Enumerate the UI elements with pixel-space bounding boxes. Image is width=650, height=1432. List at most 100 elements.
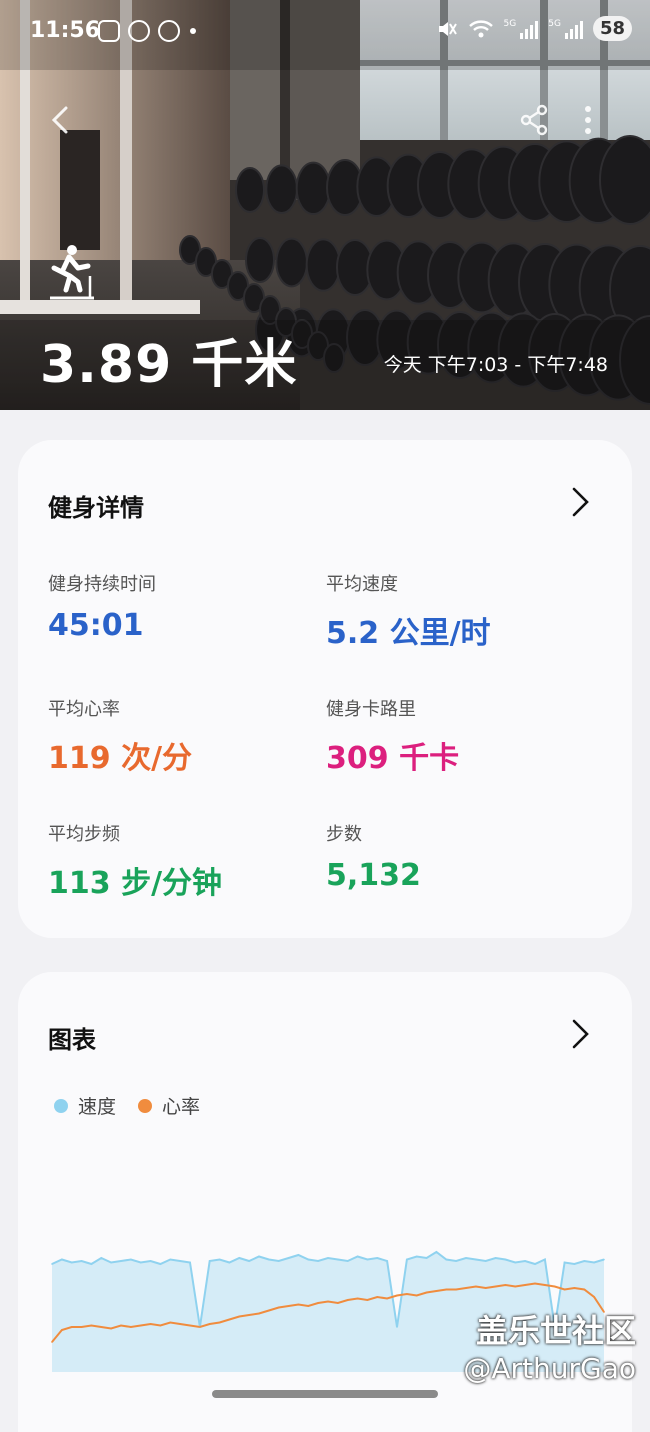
speed-point (159, 1263, 162, 1265)
heart-rate-point (327, 1300, 329, 1303)
speed-point (337, 1258, 339, 1261)
speed-point (189, 1261, 191, 1264)
heart-rate-point (376, 1296, 379, 1298)
speed-point (130, 1258, 132, 1261)
metric-label: 平均步频 (48, 824, 120, 845)
heart-rate-point (534, 1282, 536, 1285)
metric-avg-cadence: 平均步频 113 步/分钟 (48, 820, 222, 902)
speed-point (277, 1260, 280, 1262)
speed-point (544, 1258, 546, 1261)
heart-rate-point (406, 1293, 408, 1295)
dumbbell-shape (235, 167, 265, 213)
heart-rate-point (317, 1302, 319, 1304)
speed-point (396, 1326, 398, 1328)
heart-rate-point (524, 1284, 526, 1286)
speed-point (179, 1260, 181, 1262)
heart-rate-point (307, 1305, 310, 1307)
metric-avg-heart-rate: 平均心率 119 次/分 (48, 695, 192, 777)
heart-rate-point (218, 1321, 221, 1324)
heart-rate-point (553, 1285, 556, 1288)
heart-rate-point (573, 1287, 576, 1289)
screenshot-notification-icon (98, 20, 120, 42)
speed-point (475, 1258, 477, 1261)
heart-rate-point (337, 1302, 339, 1304)
heart-rate-point (80, 1326, 83, 1328)
back-icon[interactable] (42, 100, 82, 140)
dumbbell-shape (265, 164, 298, 215)
speed-point (563, 1261, 566, 1264)
speed-point (110, 1261, 112, 1264)
speed-point (100, 1257, 103, 1259)
speed-point (218, 1258, 221, 1261)
metric-duration: 健身持续时间 45:01 (48, 570, 156, 643)
metric-value: 45:01 (48, 608, 144, 643)
dumbbell-shape (599, 135, 650, 225)
legend-label: 心率 (162, 1096, 201, 1118)
heart-rate-point (258, 1312, 260, 1315)
metric-value: 5,132 (326, 858, 421, 893)
signal-icon-1: 5G (504, 19, 539, 39)
speed-point (258, 1255, 260, 1258)
speed-point (445, 1258, 448, 1261)
heart-rate-point (544, 1284, 546, 1286)
speed-point (366, 1258, 369, 1261)
heart-rate-point (435, 1290, 438, 1292)
home-indicator[interactable] (212, 1390, 438, 1398)
metric-value: 119 次/分 (48, 741, 193, 776)
heart-rate-point (484, 1287, 487, 1289)
speed-point (376, 1257, 379, 1259)
heart-rate-point (415, 1294, 418, 1297)
heart-rate-point (366, 1299, 369, 1301)
status-bar: 11:56 5G 5G 58 (0, 0, 650, 62)
metric-label: 平均速度 (326, 574, 398, 595)
speed-point (80, 1260, 83, 1262)
heart-rate-point (475, 1285, 477, 1288)
speed-point (406, 1258, 408, 1261)
legend-item-heart-rate[interactable]: 心率 (138, 1092, 200, 1119)
heart-rate-point (396, 1294, 398, 1297)
hero-banner: 11:56 5G 5G 58 3.89 千米 今天 下午7:03 - 下午7:4… (0, 0, 650, 410)
heart-rate-point (208, 1323, 211, 1325)
speed-point (603, 1258, 605, 1261)
speed-point (425, 1257, 428, 1259)
heart-rate-point (593, 1296, 595, 1298)
heart-rate-point (356, 1297, 359, 1300)
heart-rate-point (445, 1288, 448, 1291)
speed-point (465, 1257, 467, 1259)
share-icon[interactable] (514, 100, 554, 140)
speed-point (356, 1255, 359, 1258)
watermark-line2: @ArthurGao (463, 1352, 636, 1385)
heart-rate-point (139, 1324, 142, 1327)
chart-legend: 速度 心率 (54, 1092, 200, 1119)
notification-icons (98, 20, 180, 42)
heart-rate-point (514, 1285, 517, 1288)
dumbbell-shape (245, 237, 275, 283)
legend-item-speed[interactable]: 速度 (54, 1092, 116, 1119)
speed-point (70, 1261, 73, 1264)
more-icon[interactable] (568, 100, 608, 140)
heart-rate-point (386, 1297, 388, 1300)
running-icon (50, 245, 94, 300)
heart-rate-point (70, 1326, 73, 1328)
speed-point (346, 1260, 349, 1262)
speed-point (534, 1263, 536, 1265)
dumbbell-shape (305, 238, 342, 292)
speed-point (514, 1261, 517, 1264)
workout-time-range: 今天 下午7:03 - 下午7:48 (383, 354, 608, 376)
legend-dot (54, 1098, 68, 1113)
chevron-right-icon[interactable] (570, 486, 592, 518)
details-title: 健身详情 (48, 494, 144, 522)
status-right: 5G 5G 58 (436, 16, 632, 41)
heart-rate-point (297, 1303, 300, 1306)
speed-point (61, 1258, 63, 1261)
heart-rate-point (248, 1314, 250, 1316)
speed-point (484, 1260, 487, 1262)
watermark-line1: 盖乐世社区 (475, 1312, 636, 1350)
metric-value: 113 步/分钟 (48, 866, 223, 901)
speed-point (297, 1254, 300, 1256)
speed-point (435, 1251, 438, 1253)
metric-calories: 健身卡路里 309 千卡 (326, 695, 459, 777)
workout-details-card[interactable]: 健身详情 健身持续时间 45:01 平均速度 5.2 公里/时 平均心率 119… (18, 440, 632, 938)
chevron-right-icon[interactable] (570, 1018, 592, 1050)
heart-rate-point (61, 1329, 63, 1331)
